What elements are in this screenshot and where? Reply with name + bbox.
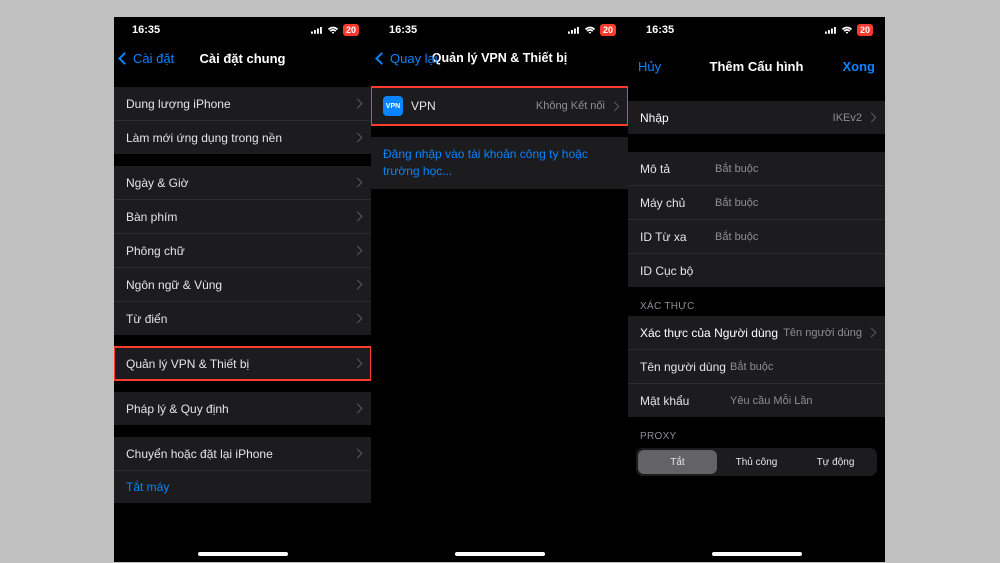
proxy-auto[interactable]: Tự động <box>796 450 875 474</box>
phone-settings-general: 16:35 20 Cài đặt Cài đặt chung Dung lượn… <box>114 17 371 562</box>
phone-vpn-management: 16:35 20 Quay lại Quản lý VPN & Thiết bị <box>371 17 628 562</box>
back-button[interactable]: Cài đặt <box>120 51 174 66</box>
chevron-right-icon <box>353 178 363 188</box>
nav-bar: Cài đặt Cài đặt chung <box>114 43 371 73</box>
chevron-right-icon <box>353 212 363 222</box>
row-user-auth[interactable]: Xác thực của Người dùng Tên người dùng <box>628 316 885 349</box>
status-icons: 20 <box>825 24 873 36</box>
back-label: Quay lại <box>390 51 438 66</box>
battery-icon: 20 <box>857 24 873 36</box>
chevron-right-icon <box>867 113 877 123</box>
home-indicator[interactable] <box>198 552 288 556</box>
row-language-region[interactable]: Ngôn ngữ & Vùng <box>114 267 371 301</box>
chevron-right-icon <box>353 99 363 109</box>
row-vpn[interactable]: VPN VPN Không Kết nối <box>371 87 628 125</box>
chevron-right-icon <box>353 246 363 256</box>
chevron-right-icon <box>353 359 363 369</box>
row-fonts[interactable]: Phông chữ <box>114 233 371 267</box>
chevron-left-icon <box>375 52 388 65</box>
field-server[interactable]: Máy chủBắt buộc <box>628 185 885 219</box>
field-description[interactable]: Mô tảBắt buộc <box>628 152 885 185</box>
home-indicator[interactable] <box>455 552 545 556</box>
chevron-right-icon <box>353 404 363 414</box>
chevron-left-icon <box>118 52 131 65</box>
row-date-time[interactable]: Ngày & Giờ <box>114 166 371 199</box>
chevron-right-icon <box>610 101 620 111</box>
chevron-right-icon <box>353 314 363 324</box>
section-proxy-header: PROXY <box>628 417 885 446</box>
battery-icon: 20 <box>343 24 359 36</box>
back-label: Cài đặt <box>133 51 174 66</box>
wifi-icon <box>327 26 339 35</box>
row-signin-work-school[interactable]: Đăng nhập vào tài khoản công ty hoặc trư… <box>371 137 628 189</box>
page-title: Quản lý VPN & Thiết bị <box>432 51 567 65</box>
proxy-segmented-control[interactable]: Tắt Thủ công Tự động <box>636 448 877 476</box>
status-time: 16:35 <box>132 24 160 36</box>
row-background-refresh[interactable]: Làm mới ứng dụng trong nền <box>114 120 371 154</box>
wifi-icon <box>841 26 853 35</box>
nav-bar: Hủy Thêm Cấu hình Xong <box>628 51 885 81</box>
page-title: Thêm Cấu hình <box>710 59 804 74</box>
page-title: Cài đặt chung <box>200 51 286 66</box>
cancel-button[interactable]: Hủy <box>638 59 661 74</box>
row-vpn-device-management[interactable]: Quản lý VPN & Thiết bị <box>114 347 371 380</box>
row-shutdown[interactable]: Tắt máy <box>114 470 371 503</box>
chevron-right-icon <box>353 133 363 143</box>
signal-icon <box>311 26 323 34</box>
home-indicator[interactable] <box>712 552 802 556</box>
field-local-id[interactable]: ID Cục bộ <box>628 253 885 287</box>
chevron-right-icon <box>867 328 877 338</box>
chevron-right-icon <box>353 280 363 290</box>
vpn-icon: VPN <box>383 96 403 116</box>
row-dictionary[interactable]: Từ điển <box>114 301 371 335</box>
done-button[interactable]: Xong <box>843 59 876 74</box>
status-icons: 20 <box>568 24 616 36</box>
status-bar: 16:35 20 <box>628 17 885 43</box>
battery-icon: 20 <box>600 24 616 36</box>
chevron-right-icon <box>353 449 363 459</box>
section-auth-header: XÁC THỰC <box>628 287 885 316</box>
field-username[interactable]: Tên người dùngBắt buộc <box>628 349 885 383</box>
row-iphone-storage[interactable]: Dung lượng iPhone <box>114 87 371 120</box>
signal-icon <box>568 26 580 34</box>
wifi-icon <box>584 26 596 35</box>
status-icons: 20 <box>311 24 359 36</box>
field-password[interactable]: Mật khẩuYêu cầu Mỗi Lần <box>628 383 885 417</box>
signal-icon <box>825 26 837 34</box>
proxy-manual[interactable]: Thủ công <box>717 450 796 474</box>
status-time: 16:35 <box>646 24 674 36</box>
row-transfer-reset[interactable]: Chuyển hoặc đặt lại iPhone <box>114 437 371 470</box>
status-bar: 16:35 20 <box>114 17 371 43</box>
nav-bar: Quay lại Quản lý VPN & Thiết bị <box>371 43 628 73</box>
status-time: 16:35 <box>389 24 417 36</box>
row-type[interactable]: Nhập IKEv2 <box>628 101 885 134</box>
field-remote-id[interactable]: ID Từ xaBắt buộc <box>628 219 885 253</box>
status-bar: 16:35 20 <box>371 17 628 43</box>
phone-add-configuration: 16:35 20 Hủy Thêm Cấu hình Xong Nhập IKE… <box>628 17 885 562</box>
row-legal-regulatory[interactable]: Pháp lý & Quy định <box>114 392 371 425</box>
back-button[interactable]: Quay lại <box>377 51 438 66</box>
row-keyboard[interactable]: Bàn phím <box>114 199 371 233</box>
proxy-off[interactable]: Tắt <box>638 450 717 474</box>
